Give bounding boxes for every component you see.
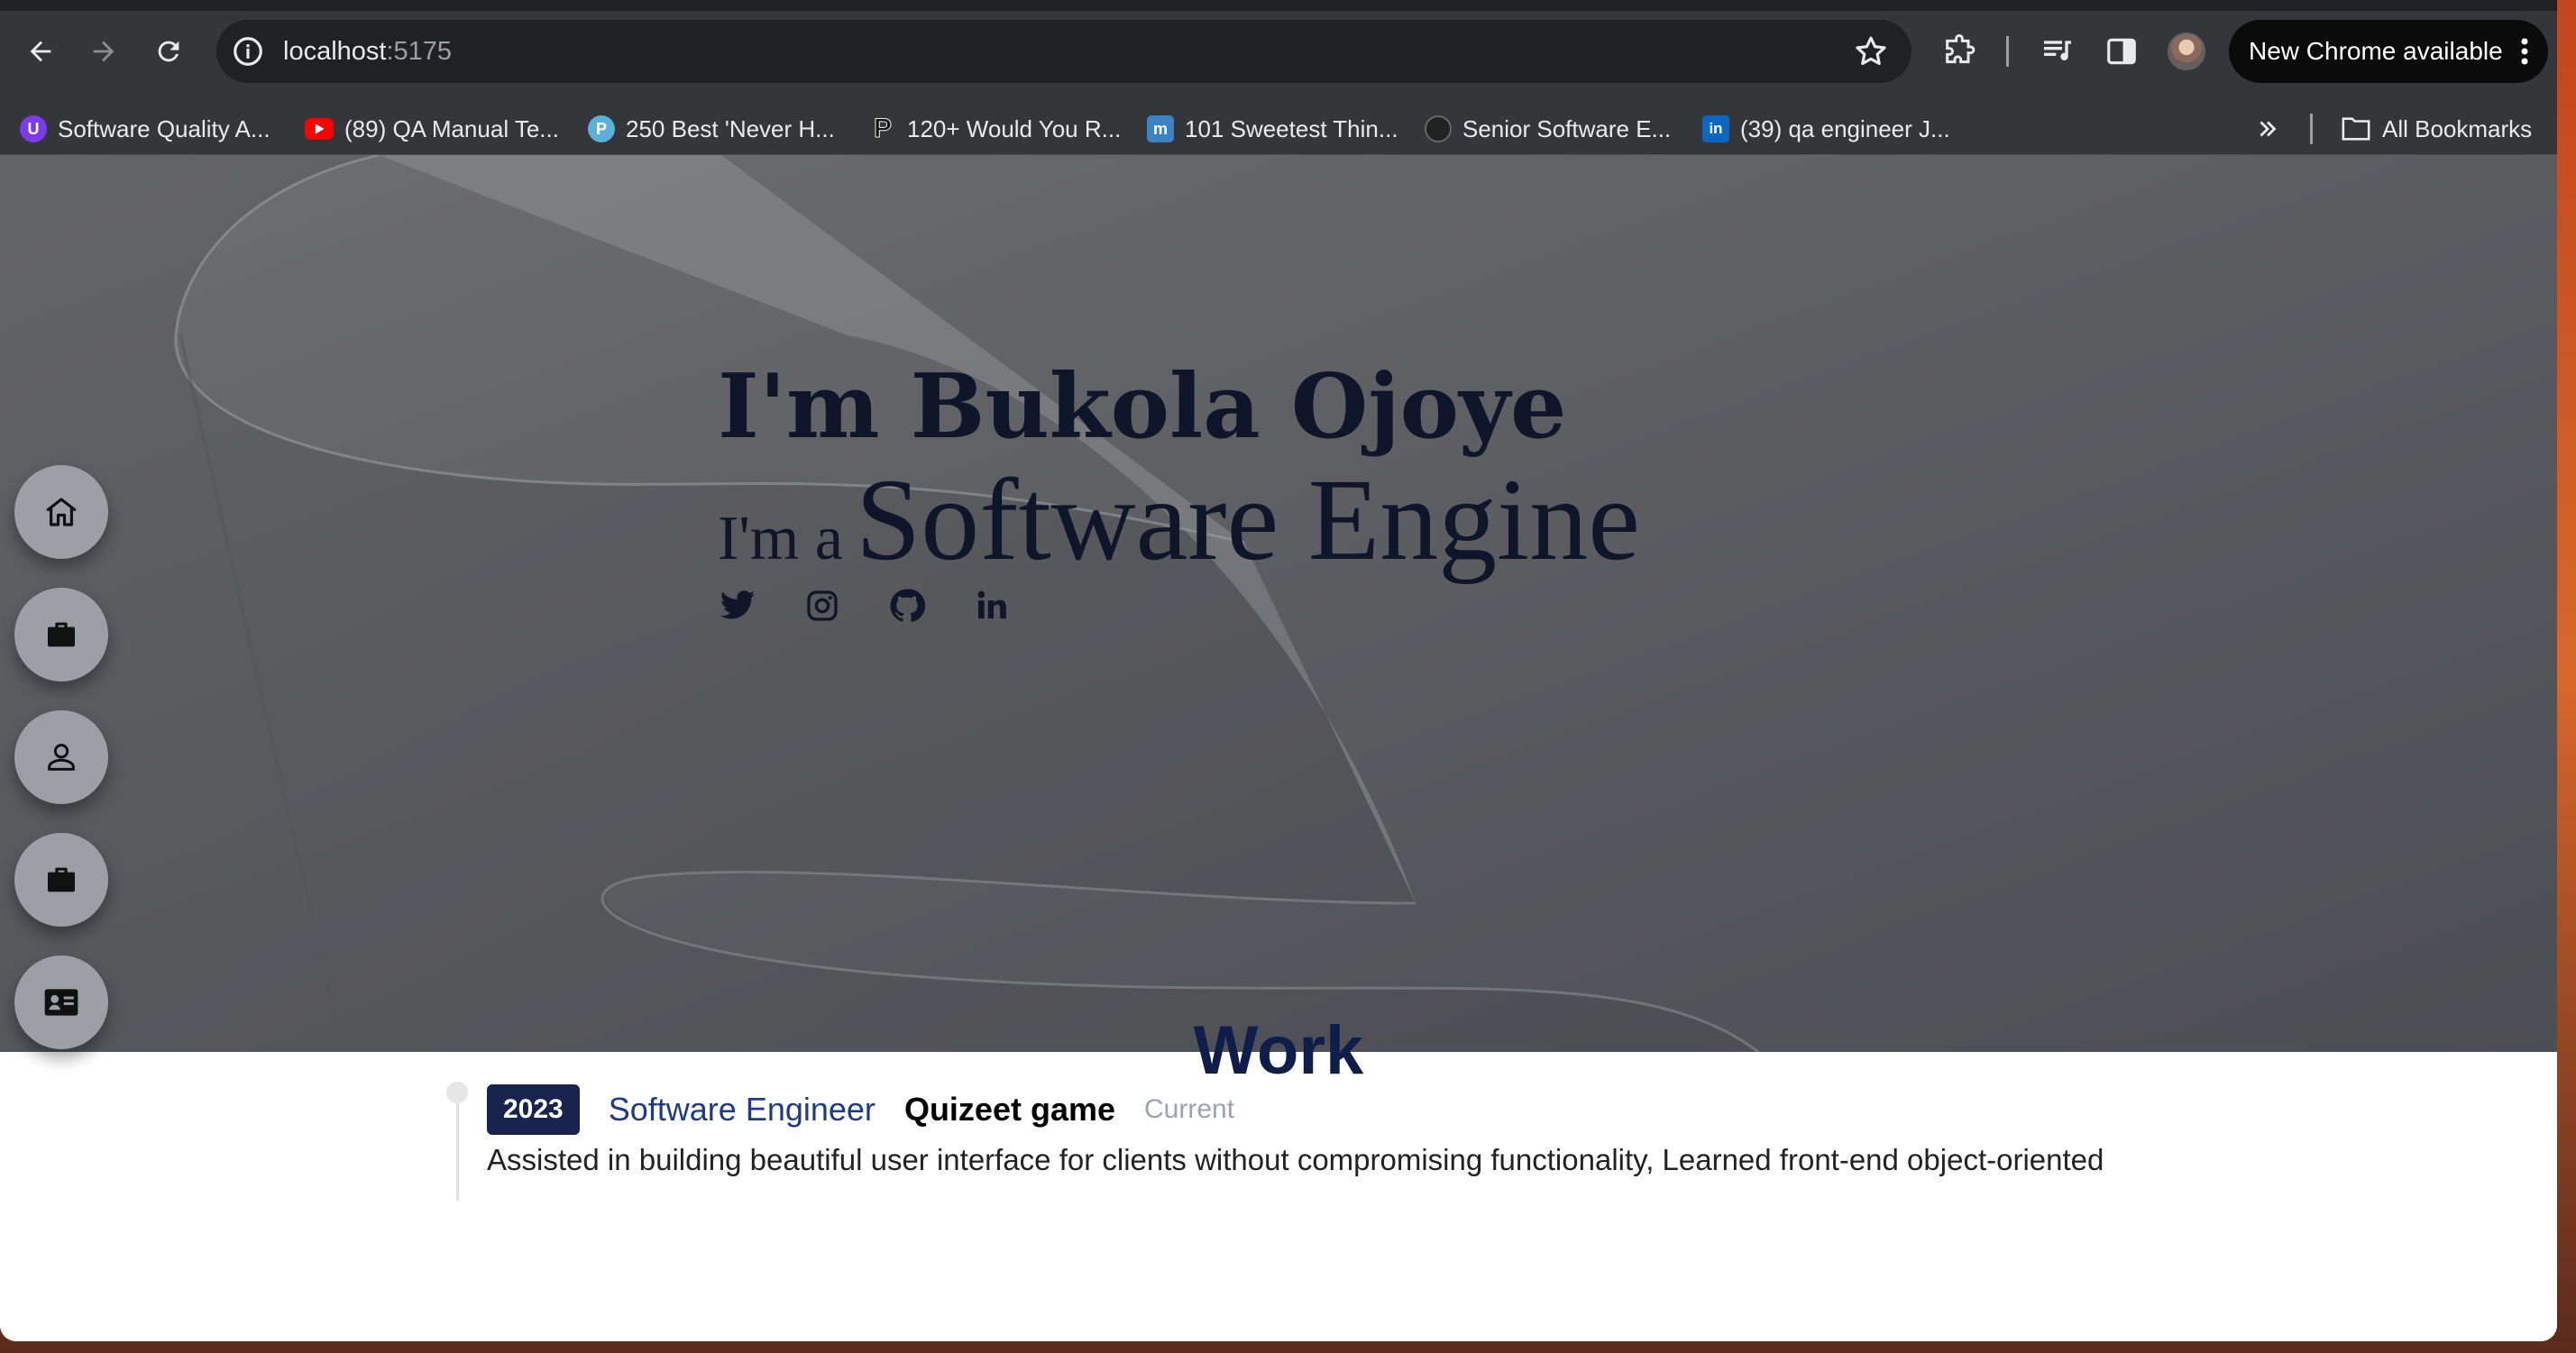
bookmark-label: (89) QA Manual Te... [344,115,559,142]
nav-work-button[interactable] [14,588,108,681]
toolbar-divider [2006,36,2009,67]
side-navigation [14,465,108,1049]
hero-typed-role: Software Engine [855,455,1640,585]
m-icon: m [1147,115,1174,142]
extensions-button[interactable] [1937,29,1982,74]
timeline-line [456,1092,459,1201]
more-vert-icon [2521,38,2528,65]
timeline-dot [446,1082,468,1103]
job-description: Assisted in building beautiful user inte… [487,1143,2104,1176]
site-info-icon[interactable] [231,34,265,69]
person-icon [48,744,75,771]
twitter-icon [720,590,756,619]
all-bookmarks-label: All Bookmarks [2382,115,2533,142]
forward-button[interactable] [79,27,128,76]
side-panel-button[interactable] [2099,29,2144,74]
hero-subtitle: I'm a Software Engine [718,453,1640,588]
bookmarks-bar: U Software Quality A... (89) QA Manual T… [0,103,2557,155]
social-links [718,586,1012,626]
hero-prefix: I'm a [718,504,843,573]
all-bookmarks-button[interactable]: All Bookmarks [2341,103,2532,155]
star-icon[interactable] [1852,32,1890,70]
nav-about-button[interactable] [14,710,108,804]
briefcase-icon [48,622,75,647]
bookmark-item[interactable]: P 120+ Would You R... [869,103,1121,155]
briefcase-icon [48,867,75,892]
dark-circle-icon [1425,115,1452,142]
arrow-left-icon [30,41,51,62]
update-chrome-button[interactable]: New Chrome available [2229,20,2548,83]
update-label: New Chrome available [2249,37,2503,65]
home-icon [46,498,77,526]
instagram-icon [807,590,838,621]
folder-icon [2342,117,2370,141]
u-icon: U [20,115,47,142]
p-bold-icon: P [873,114,892,144]
linkedin-icon [977,590,1006,619]
browser-window: localhost:5175 New Chrome available U So… [0,0,2557,1341]
puzzle-icon [1946,34,1976,64]
more-bookmarks-button[interactable] [2254,103,2281,155]
hero-title: I'm Bukola Ojoye [718,355,1567,459]
side-panel-icon [2107,38,2136,65]
job-header: 2023 Software Engineer Quizeet game Curr… [487,1084,1234,1135]
twitter-link[interactable] [718,586,757,626]
bookmark-item[interactable]: P 250 Best 'Never H... [588,103,835,155]
p-circle-icon: P [588,115,615,142]
bookmark-item[interactable]: U Software Quality A... [20,103,270,155]
job-year-badge: 2023 [487,1084,580,1135]
bookmark-item[interactable]: in (39) qa engineer J... [1702,103,1950,155]
tab-strip [0,0,2557,11]
double-chevron-right-icon [2260,121,2277,137]
bookmark-label: 250 Best 'Never H... [626,115,835,142]
reload-icon [158,41,179,62]
bookmark-item[interactable]: (89) QA Manual Te... [305,103,559,155]
bookmark-label: Senior Software E... [1462,115,1672,142]
bookmark-label: 120+ Would You R... [907,115,1122,142]
page-viewport: I'm Bukola Ojoye I'm a Software Engine W… [0,155,2557,1341]
hero-section: I'm Bukola Ojoye I'm a Software Engine [0,155,2557,1052]
nav-home-button[interactable] [14,465,108,559]
github-icon [890,589,926,622]
address-bar[interactable]: localhost:5175 [216,20,1911,83]
playlist-icon [2044,41,2071,60]
bookmarks-divider [2310,114,2313,144]
job-company: Quizeet game [903,1091,1116,1128]
bookmark-label: 101 Sweetest Thin... [1185,115,1398,142]
media-controls-button[interactable] [2035,29,2080,74]
github-link[interactable] [887,586,927,626]
reload-button[interactable] [144,27,193,76]
arrow-right-icon [93,41,115,62]
linkedin-icon: in [1702,115,1729,142]
linkedin-link[interactable] [972,586,1012,626]
hero-background-art [0,155,1759,1052]
work-section-title: Work [1193,1012,1364,1089]
browser-toolbar: localhost:5175 New Chrome available [0,0,2557,103]
bookmark-item[interactable]: Senior Software E... [1425,103,1671,155]
job-status: Current [1144,1094,1235,1124]
nav-projects-button[interactable] [14,833,108,927]
url-text: localhost:5175 [283,20,452,83]
instagram-link[interactable] [802,586,842,626]
youtube-icon [305,118,334,140]
url-host: localhost [283,37,387,66]
url-port: :5175 [386,37,453,66]
profile-avatar[interactable] [2168,32,2205,70]
bookmark-label: Software Quality A... [58,115,270,142]
bookmark-label: (39) qa engineer J... [1740,115,1950,142]
back-button[interactable] [16,27,65,76]
bookmark-item[interactable]: m 101 Sweetest Thin... [1147,103,1398,155]
job-role: Software Engineer [608,1091,875,1128]
